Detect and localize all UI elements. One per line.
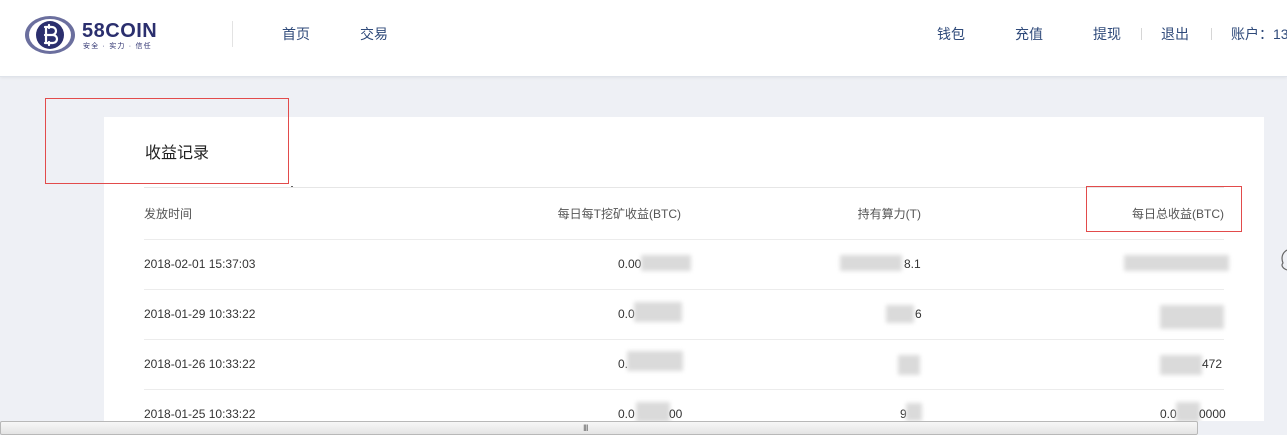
annotation-box-total-column xyxy=(1086,186,1242,232)
side-widget-icon[interactable] xyxy=(1280,249,1287,271)
redacted-value xyxy=(636,402,670,422)
redacted-value xyxy=(641,255,691,271)
row-per-t-suffix: 00 xyxy=(669,407,683,421)
row-total-suffix: 0000 xyxy=(1199,407,1226,421)
title-divider xyxy=(144,187,1224,188)
redacted-value xyxy=(906,403,922,421)
redacted-value xyxy=(886,305,914,323)
horizontal-scrollbar[interactable]: III xyxy=(0,421,1198,435)
col-header-per-t[interactable]: 每日每T挖矿收益(BTC) xyxy=(558,207,681,221)
row-total: 472 xyxy=(1202,357,1223,371)
brand-logo[interactable]: 58COIN 安全 · 实力 · 信任 xyxy=(24,14,157,56)
nav-trade[interactable]: 交易 xyxy=(360,25,388,43)
nav-withdraw[interactable]: 提现 xyxy=(1093,25,1121,43)
nav-deposit[interactable]: 充值 xyxy=(1015,25,1043,43)
nav-account[interactable]: 账户：13 xyxy=(1231,25,1287,43)
table-row-divider xyxy=(144,339,1224,340)
col-header-time[interactable]: 发放时间 xyxy=(144,207,192,221)
brand-name: 58COIN xyxy=(82,19,158,42)
table-row-divider xyxy=(144,289,1224,290)
redacted-value xyxy=(634,302,682,322)
bitcoin-coin-icon xyxy=(24,14,76,56)
col-header-hashrate[interactable]: 持有算力(T) xyxy=(858,207,921,221)
redacted-value xyxy=(898,355,920,375)
row-time: 2018-02-01 15:37:03 xyxy=(144,257,256,271)
redacted-value xyxy=(627,351,683,371)
nav-home[interactable]: 首页 xyxy=(282,25,310,43)
row-hashrate: 8.1 xyxy=(904,257,921,271)
row-time: 2018-01-25 10:33:22 xyxy=(144,407,256,421)
table-row-divider xyxy=(144,239,1224,240)
row-per-t: 0.00 xyxy=(618,257,642,271)
top-header: 58COIN 安全 · 实力 · 信任 首页 交易 钱包 充值 提现 退出 账户… xyxy=(0,0,1287,77)
header-divider xyxy=(232,21,233,47)
nav-separator xyxy=(1211,28,1212,40)
row-per-t: 0.0 xyxy=(618,307,635,321)
redacted-value xyxy=(1176,402,1200,422)
redacted-value xyxy=(1124,255,1229,271)
row-hashrate: 6 xyxy=(915,307,922,321)
scrollbar-corner xyxy=(1198,421,1287,435)
redacted-value xyxy=(1160,305,1224,329)
row-time: 2018-01-26 10:33:22 xyxy=(144,357,256,371)
nav-separator xyxy=(1141,28,1142,40)
nav-logout[interactable]: 退出 xyxy=(1161,25,1189,43)
row-per-t: 0.0 xyxy=(618,407,635,421)
scrollbar-grip-icon[interactable]: III xyxy=(583,423,588,434)
row-total: 0.0 xyxy=(1160,407,1177,421)
brand-slogan: 安全 · 实力 · 信任 xyxy=(83,42,152,50)
nav-wallet[interactable]: 钱包 xyxy=(937,25,965,43)
redacted-value xyxy=(1160,355,1202,375)
redacted-value xyxy=(840,255,902,271)
table-row-divider xyxy=(144,389,1224,390)
row-time: 2018-01-29 10:33:22 xyxy=(144,307,256,321)
annotation-box-title xyxy=(45,98,289,184)
